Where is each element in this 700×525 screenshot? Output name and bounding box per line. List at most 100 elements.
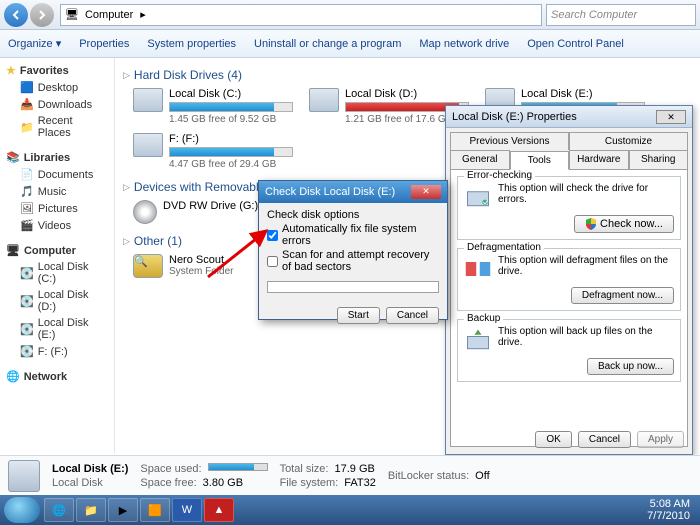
breadcrumb-computer[interactable]: Computer: [79, 9, 140, 21]
documents-icon: 📄: [20, 168, 34, 181]
pdf-icon[interactable]: ▲: [204, 498, 234, 522]
back-button[interactable]: [4, 3, 28, 27]
cancel-button[interactable]: Cancel: [578, 431, 631, 448]
tab-hardware[interactable]: Hardware: [569, 150, 629, 169]
capacity-bar: [169, 147, 293, 157]
dialog-titlebar[interactable]: Local Disk (E:) Properties ✕: [446, 106, 692, 128]
used-bar: [208, 463, 268, 471]
dialog-title: Local Disk (E:) Properties: [452, 111, 577, 123]
drive-e-link[interactable]: 💽Local Disk (E:): [2, 315, 112, 343]
favorites-header[interactable]: ★Favorites: [2, 62, 112, 79]
check-disk-dialog: Check Disk Local Disk (E:) ✕ Check disk …: [258, 180, 448, 320]
close-button[interactable]: ✕: [656, 110, 686, 124]
music-link[interactable]: 🎵Music: [2, 183, 112, 200]
capacity-bar: [169, 102, 293, 112]
defrag-icon: [464, 255, 492, 283]
navigation-pane: ★Favorites 🟦Desktop 📥Downloads 📁Recent P…: [0, 58, 115, 453]
disk-icon: [309, 88, 339, 112]
pictures-icon: 🖼: [20, 202, 34, 215]
auto-fix-option[interactable]: Automatically fix file system errors: [267, 223, 439, 247]
apply-button[interactable]: Apply: [637, 431, 684, 448]
drive-d-link[interactable]: 💽Local Disk (D:): [2, 287, 112, 315]
computer-icon: 🖥: [6, 244, 20, 257]
error-checking-group: Error-checking This option will check th…: [457, 176, 681, 240]
progress-bar: [267, 281, 439, 293]
computer-icon: 🖥: [65, 8, 79, 21]
dvd-icon: [133, 200, 157, 224]
word-icon[interactable]: W: [172, 498, 202, 522]
uninstall-cmd[interactable]: Uninstall or change a program: [254, 38, 401, 50]
drive-f[interactable]: F: (F:) 4.47 GB free of 29.4 GB: [133, 133, 293, 170]
dialog-titlebar[interactable]: Check Disk Local Disk (E:) ✕: [259, 181, 447, 203]
ok-button[interactable]: OK: [535, 431, 571, 448]
media-player-icon[interactable]: ▶: [108, 498, 138, 522]
disk-icon: 💽: [20, 267, 34, 280]
ie-icon[interactable]: 🌐: [44, 498, 74, 522]
disk-icon: 💽: [20, 295, 34, 308]
properties-cmd[interactable]: Properties: [79, 38, 129, 50]
close-button[interactable]: ✕: [411, 185, 441, 199]
dialog-title: Check Disk Local Disk (E:): [265, 186, 395, 198]
explorer-icon[interactable]: 📁: [76, 498, 106, 522]
auto-fix-checkbox[interactable]: [267, 230, 278, 241]
chevron-right-icon[interactable]: ▸: [140, 8, 146, 21]
drive-name: Local Disk (D:): [345, 88, 469, 100]
filesystem-label: File system:: [280, 477, 339, 489]
organize-menu[interactable]: Organize ▾: [8, 37, 61, 50]
selected-name: Local Disk (E:): [52, 463, 128, 475]
tab-general[interactable]: General: [450, 150, 510, 169]
backup-now-button[interactable]: Back up now...: [587, 358, 674, 375]
shield-icon: [585, 218, 597, 230]
drive-c-link[interactable]: 💽Local Disk (C:): [2, 259, 112, 287]
clock-date: 7/7/2010: [647, 510, 690, 522]
cancel-button[interactable]: Cancel: [386, 307, 439, 324]
map-drive-cmd[interactable]: Map network drive: [419, 38, 509, 50]
taskbar[interactable]: 🌐 📁 ▶ 🟧 W ▲ 5:08 AM 7/7/2010: [0, 495, 700, 525]
drive-free: 4.47 GB free of 29.4 GB: [169, 159, 293, 170]
options-label: Check disk options: [267, 209, 439, 221]
recent-icon: 📁: [20, 121, 34, 134]
search-input[interactable]: Search Computer: [546, 4, 696, 26]
address-bar[interactable]: 🖥 Computer ▸: [60, 4, 542, 26]
group-legend: Defragmentation: [464, 242, 544, 253]
computer-header[interactable]: 🖥Computer: [2, 242, 112, 259]
defragment-now-button[interactable]: Defragment now...: [571, 287, 674, 304]
system-properties-cmd[interactable]: System properties: [147, 38, 236, 50]
libraries-header[interactable]: 📚Libraries: [2, 149, 112, 166]
group-legend: Backup: [464, 313, 503, 324]
tab-customize[interactable]: Customize: [569, 132, 688, 150]
tab-previous-versions[interactable]: Previous Versions: [450, 132, 569, 150]
control-panel-cmd[interactable]: Open Control Panel: [527, 38, 624, 50]
tab-sharing[interactable]: Sharing: [629, 150, 689, 169]
system-tray[interactable]: 5:08 AM 7/7/2010: [647, 498, 696, 522]
music-icon: 🎵: [20, 185, 34, 198]
downloads-icon: 📥: [20, 98, 34, 111]
star-icon: ★: [6, 64, 16, 77]
videos-icon: 🎬: [20, 219, 34, 232]
tab-tools[interactable]: Tools: [510, 151, 570, 170]
check-now-button[interactable]: Check now...: [574, 215, 674, 233]
bitlocker-value: Off: [475, 470, 489, 482]
hdd-section[interactable]: Hard Disk Drives (4): [123, 68, 692, 82]
group-text: This option will check the drive for err…: [498, 183, 674, 205]
pictures-link[interactable]: 🖼Pictures: [2, 200, 112, 217]
selected-type: Local Disk: [52, 477, 128, 489]
start-button[interactable]: Start: [337, 307, 380, 324]
space-free-value: 3.80 GB: [203, 477, 243, 489]
documents-link[interactable]: 📄Documents: [2, 166, 112, 183]
network-header[interactable]: 🌐Network: [2, 368, 112, 385]
app-icon[interactable]: 🟧: [140, 498, 170, 522]
disk-icon: [133, 88, 163, 112]
start-button[interactable]: [4, 497, 40, 523]
drive-c[interactable]: Local Disk (C:) 1.45 GB free of 9.52 GB: [133, 88, 293, 125]
videos-link[interactable]: 🎬Videos: [2, 217, 112, 234]
downloads-link[interactable]: 📥Downloads: [2, 96, 112, 113]
clock-time: 5:08 AM: [647, 498, 690, 510]
scan-bad-checkbox[interactable]: [267, 256, 278, 267]
desktop-link[interactable]: 🟦Desktop: [2, 79, 112, 96]
drive-f-link[interactable]: 💽F: (F:): [2, 343, 112, 360]
disk-icon: [8, 460, 40, 492]
scan-bad-option[interactable]: Scan for and attempt recovery of bad sec…: [267, 249, 439, 273]
recent-link[interactable]: 📁Recent Places: [2, 113, 112, 141]
group-legend: Error-checking: [464, 170, 535, 181]
